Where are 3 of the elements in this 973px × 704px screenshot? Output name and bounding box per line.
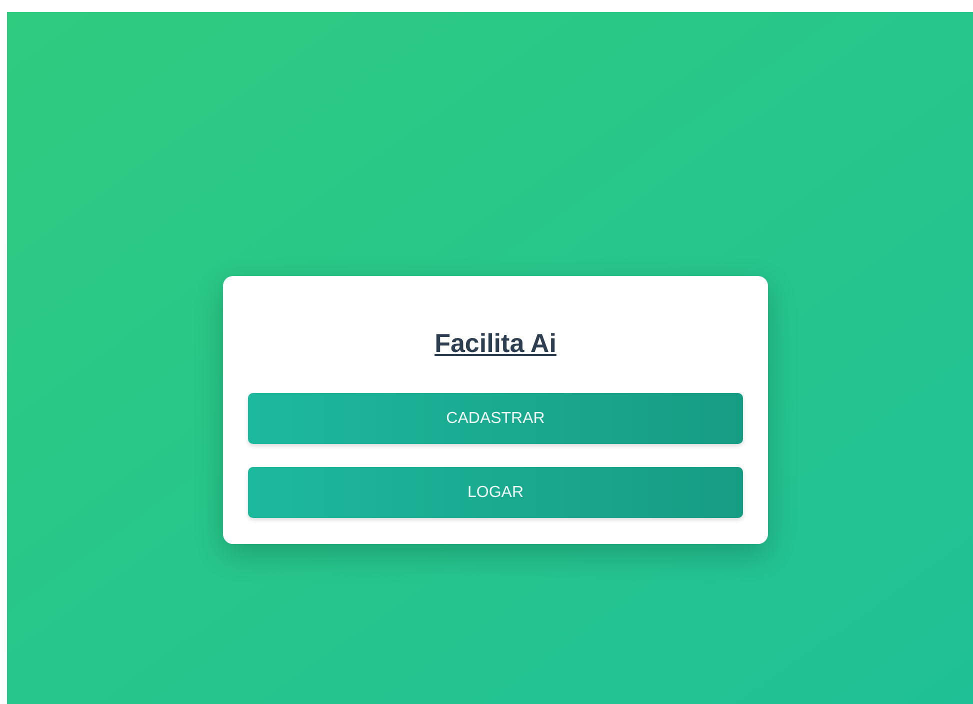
app-title[interactable]: Facilita Ai <box>434 323 556 363</box>
menu-button[interactable]: CADASTRAR <box>248 393 743 444</box>
menu-button[interactable]: LOGAR <box>248 467 743 518</box>
